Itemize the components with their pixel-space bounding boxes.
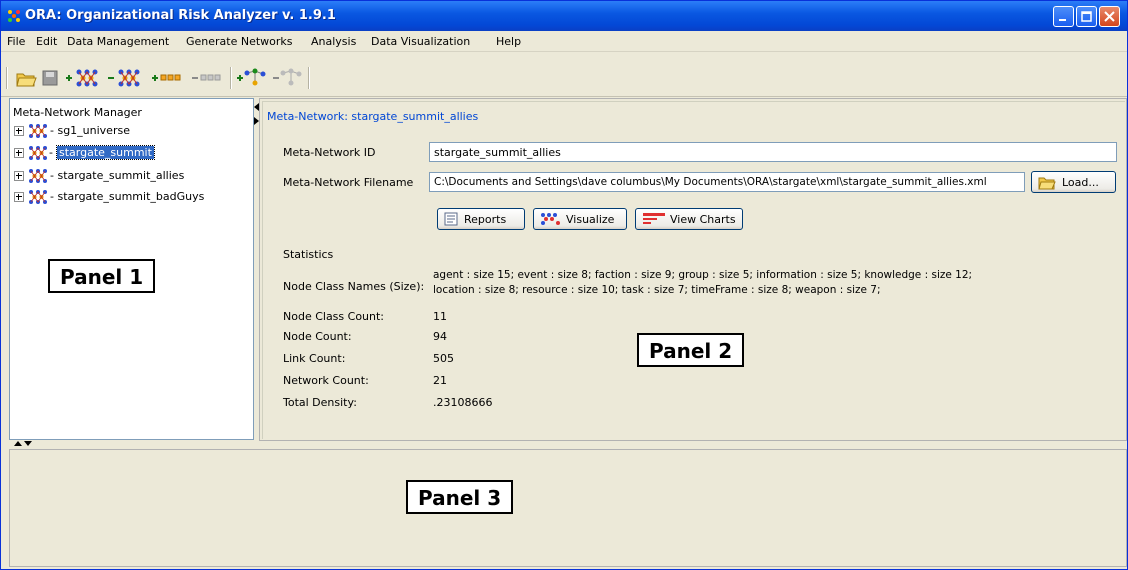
expand-toggle[interactable] [14, 192, 24, 202]
menu-file[interactable]: File [7, 35, 25, 48]
menu-data-visualization[interactable]: Data Visualization [371, 35, 470, 48]
close-icon [1104, 11, 1115, 22]
bottom-panel: Panel 3 [9, 449, 1127, 567]
expand-toggle[interactable] [14, 126, 24, 136]
remove-network-icon[interactable] [272, 67, 306, 89]
close-button[interactable] [1099, 6, 1120, 27]
tree-item-dash: - [49, 146, 53, 159]
add-node-class-icon[interactable] [151, 67, 187, 89]
meta-network-icon [29, 169, 47, 183]
network-count-value: 21 [433, 374, 447, 387]
toolbar [1, 52, 1127, 97]
maximize-button[interactable] [1076, 6, 1097, 27]
panel-2-callout: Panel 2 [637, 333, 745, 367]
tree-item-label: - stargate_summit_badGuys [50, 190, 205, 203]
minimize-button[interactable] [1053, 6, 1074, 27]
meta-network-icon [29, 190, 47, 204]
meta-network-filename-label: Meta-Network Filename [283, 176, 414, 189]
open-folder-icon[interactable] [15, 67, 37, 89]
title-bar[interactable]: ORA: Organizational Risk Analyzer v. 1.9… [1, 1, 1127, 31]
remove-meta-network-icon[interactable] [107, 67, 147, 89]
toolbar-grip [6, 67, 8, 89]
meta-network-id-label: Meta-Network ID [283, 146, 376, 159]
meta-network-title: Meta-Network: stargate_summit_allies [267, 110, 479, 123]
total-density-label: Total Density: [283, 396, 357, 409]
menu-help[interactable]: Help [496, 35, 521, 48]
panel-1-callout: Panel 1 [48, 259, 156, 293]
open-folder-icon [1038, 177, 1056, 190]
menu-bar: File Edit Data Management Generate Netwo… [1, 31, 1127, 52]
total-density-value: .23108666 [433, 396, 493, 409]
maximize-icon [1081, 11, 1092, 22]
node-class-count-label: Node Class Count: [283, 310, 385, 323]
load-button[interactable]: Load... [1031, 171, 1116, 193]
toolbar-separator [230, 67, 232, 89]
save-icon[interactable] [39, 67, 61, 89]
tree-item-label-selected: stargate_summit [56, 145, 155, 160]
meta-network-id-field[interactable]: stargate_summit_allies [429, 142, 1117, 162]
window-title: ORA: Organizational Risk Analyzer v. 1.9… [25, 8, 336, 23]
node-count-value: 94 [433, 330, 447, 343]
chart-icon [643, 213, 665, 224]
meta-network-manager-panel: Meta-Network Manager - sg1_universe - st… [9, 98, 254, 440]
details-group: Meta-Network: stargate_summit_allies Met… [262, 101, 1125, 439]
meta-network-manager-title: Meta-Network Manager [13, 106, 142, 119]
ora-main-window: ORA: Organizational Risk Analyzer v. 1.9… [0, 0, 1128, 570]
node-class-names-line-2: location : size 8; resource : size 10; t… [433, 284, 881, 296]
visualize-icon [541, 213, 560, 225]
link-count-label: Link Count: [283, 352, 346, 365]
tree-item-label: - stargate_summit_allies [50, 169, 185, 182]
ora-app-icon [8, 10, 20, 22]
expand-toggle[interactable] [14, 148, 24, 158]
toolbar-separator-end [308, 67, 310, 89]
minimize-icon [1059, 19, 1066, 21]
menu-data-management[interactable]: Data Management [67, 35, 169, 48]
add-meta-network-icon[interactable] [65, 67, 105, 89]
visualize-button[interactable]: Visualize [533, 208, 627, 230]
statistics-heading: Statistics [283, 248, 334, 261]
add-network-icon[interactable] [236, 67, 270, 89]
link-count-value: 505 [433, 352, 454, 365]
menu-generate-networks[interactable]: Generate Networks [186, 35, 293, 48]
expand-toggle[interactable] [14, 171, 24, 181]
meta-network-filename-field[interactable]: C:\Documents and Settings\dave columbus\… [429, 172, 1025, 192]
meta-network-icon [29, 146, 47, 160]
tree-item-label: - sg1_universe [50, 124, 130, 137]
node-class-count-value: 11 [433, 310, 447, 323]
meta-network-icon [29, 124, 47, 138]
reports-button[interactable]: Reports [437, 208, 525, 230]
node-count-label: Node Count: [283, 330, 352, 343]
menu-analysis[interactable]: Analysis [311, 35, 356, 48]
remove-node-class-icon[interactable] [191, 67, 227, 89]
menu-edit[interactable]: Edit [36, 35, 57, 48]
node-class-names-line-1: agent : size 15; event : size 8; faction… [433, 269, 973, 281]
node-class-names-label: Node Class Names (Size): [283, 280, 425, 293]
network-count-label: Network Count: [283, 374, 369, 387]
panel-3-callout: Panel 3 [406, 480, 514, 514]
view-charts-button[interactable]: View Charts [635, 208, 743, 230]
report-icon [444, 212, 458, 226]
meta-network-details-panel: Meta-Network: stargate_summit_allies Met… [259, 98, 1127, 441]
split-pane-arrows-horizontal-icon[interactable] [13, 439, 33, 447]
